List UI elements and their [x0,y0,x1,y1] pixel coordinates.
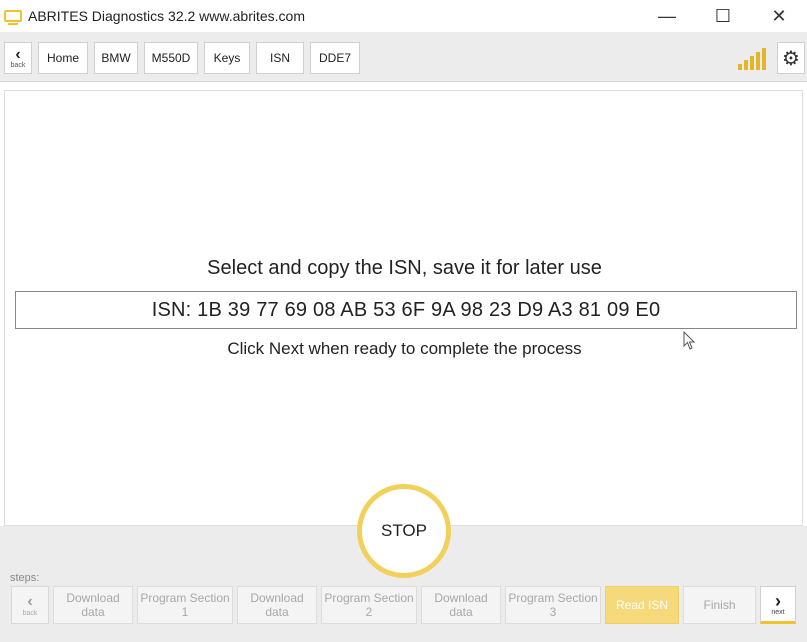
stop-button[interactable]: STOP [357,484,451,578]
step-back-label: back [22,609,38,617]
breadcrumb-keys[interactable]: Keys [204,42,250,74]
step-sublabel: 3 [549,605,557,619]
close-button[interactable]: ✕ [751,0,807,32]
mouse-cursor-icon [683,331,696,350]
step-label: Download [434,591,488,605]
step-sublabel: 1 [181,605,189,619]
step-download-data-1: Download data [53,586,133,624]
breadcrumb-home[interactable]: Home [38,42,88,74]
step-next-label: next [771,608,785,616]
step-label: Download [250,591,304,605]
step-sublabel: 2 [365,605,373,619]
abrites-logo-icon [4,10,22,25]
instruction-text: Select and copy the ISN, save it for lat… [207,257,602,279]
window-title: ABRITES Diagnostics 32.2 www.abrites.com [28,8,305,24]
step-label: Program Section [324,591,414,605]
settings-gear-icon[interactable]: ⚙ [777,42,805,74]
minimize-button[interactable]: — [639,0,695,32]
chevron-left-icon: ‹ [27,592,33,610]
maximize-button[interactable]: ☐ [695,0,751,32]
chevron-left-icon: ‹ [15,45,21,63]
step-download-data-2: Download data [237,586,317,624]
step-read-isn: Read ISN [605,586,679,624]
step-next-button[interactable]: › next [760,586,796,624]
step-label: Read ISN [615,598,669,612]
breadcrumb-toolbar: ‹ back Home BMW M550D Keys ISN DDE7 ⚙ [0,32,807,82]
step-label: Program Section [140,591,230,605]
step-back-button[interactable]: ‹ back [11,586,49,624]
breadcrumb-model[interactable]: M550D [144,42,198,74]
signal-strength-icon [738,46,768,70]
breadcrumb-dde7[interactable]: DDE7 [310,42,360,74]
step-program-section-2: Program Section 2 [321,586,417,624]
step-sublabel: data [265,605,289,619]
steps-label: steps: [10,572,40,584]
window-controls: — ☐ ✕ [639,0,807,32]
breadcrumb-bmw[interactable]: BMW [94,42,138,74]
step-finish: Finish [683,586,756,624]
breadcrumb-isn[interactable]: ISN [256,42,304,74]
nav-back-label: back [10,61,26,69]
step-label: Download [66,591,120,605]
step-program-section-1: Program Section 1 [137,586,233,624]
step-download-data-3: Download data [421,586,501,624]
chevron-right-icon: › [775,590,781,611]
step-sublabel: data [81,605,105,619]
step-label: Finish [703,598,736,612]
isn-value-field[interactable]: ISN: 1B 39 77 69 08 AB 53 6F 9A 98 23 D9… [15,291,797,329]
main-panel: Select and copy the ISN, save it for lat… [4,90,803,526]
nav-back-button[interactable]: ‹ back [4,42,32,74]
title-bar: ABRITES Diagnostics 32.2 www.abrites.com… [0,0,807,32]
step-sublabel: data [449,605,473,619]
step-program-section-3: Program Section 3 [505,586,601,624]
step-label: Program Section [508,591,598,605]
